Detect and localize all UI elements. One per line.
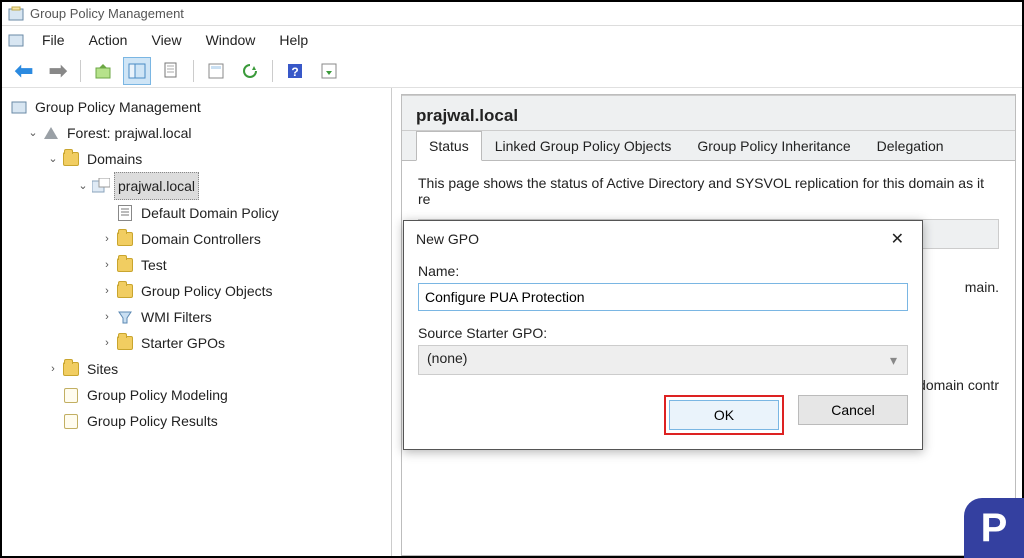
tree-modeling-label: Group Policy Modeling (84, 382, 231, 408)
chevron-down-icon[interactable]: ⌄ (46, 152, 60, 166)
forward-button[interactable]: ➡ (44, 57, 72, 85)
tree-root[interactable]: Group Policy Management (6, 94, 387, 120)
chevron-right-icon[interactable]: › (100, 258, 114, 272)
dialog-title: New GPO (416, 231, 479, 247)
source-gpo-dropdown[interactable]: (none) (418, 345, 908, 375)
tree-domain-controllers[interactable]: › Domain Controllers (6, 226, 387, 252)
sites-icon (62, 360, 80, 378)
menu-window[interactable]: Window (194, 28, 268, 52)
tree-gpo[interactable]: › Group Policy Objects (6, 278, 387, 304)
ou-icon (116, 230, 134, 248)
help-button[interactable]: ? (281, 57, 309, 85)
menu-action[interactable]: Action (77, 28, 140, 52)
console-icon (10, 98, 28, 116)
folder-icon (116, 282, 134, 300)
spacer (46, 388, 60, 402)
tree-results[interactable]: Group Policy Results (6, 408, 387, 434)
ou-icon (116, 256, 134, 274)
tree-modeling[interactable]: Group Policy Modeling (6, 382, 387, 408)
svg-text:?: ? (291, 65, 298, 79)
back-button[interactable]: ⬅ (10, 57, 38, 85)
tree-root-label: Group Policy Management (32, 94, 204, 120)
tree-wmi[interactable]: › WMI Filters (6, 304, 387, 330)
tab-delegation[interactable]: Delegation (864, 131, 957, 160)
tree-results-label: Group Policy Results (84, 408, 221, 434)
toolbar: ⬅ ➡ ? (2, 54, 1022, 88)
menu-view[interactable]: View (139, 28, 193, 52)
tree-forest-label: Forest: prajwal.local (64, 120, 195, 146)
tree-forest[interactable]: ⌄ Forest: prajwal.local (6, 120, 387, 146)
tab-bar: Status Linked Group Policy Objects Group… (402, 131, 1015, 161)
app-icon (8, 6, 24, 22)
close-icon[interactable]: ✕ (885, 229, 910, 249)
toolbar-separator-2 (193, 60, 194, 82)
properties-button[interactable] (202, 57, 230, 85)
chevron-down-icon[interactable]: ⌄ (26, 126, 40, 140)
tree-starter[interactable]: › Starter GPOs (6, 330, 387, 356)
tree-domain-label: prajwal.local (114, 172, 199, 200)
tree-wmi-label: WMI Filters (138, 304, 215, 330)
tab-inheritance[interactable]: Group Policy Inheritance (684, 131, 863, 160)
tree-test[interactable]: › Test (6, 252, 387, 278)
chevron-right-icon[interactable]: › (46, 362, 60, 376)
tree-domain[interactable]: ⌄ prajwal.local (6, 172, 387, 200)
title-bar: Group Policy Management (2, 2, 1022, 26)
tree-sites-label: Sites (84, 356, 121, 382)
tree-default-policy-label: Default Domain Policy (138, 200, 282, 226)
tree-domains-label: Domains (84, 146, 145, 172)
toolbar-separator-3 (272, 60, 273, 82)
tab-status[interactable]: Status (416, 131, 482, 161)
details-heading: prajwal.local (402, 95, 1015, 131)
policy-icon (116, 204, 134, 222)
tree-default-policy[interactable]: Default Domain Policy (6, 200, 387, 226)
ok-button[interactable]: OK (669, 400, 779, 430)
tree-dc-label: Domain Controllers (138, 226, 264, 252)
ok-highlight: OK (664, 395, 784, 435)
cancel-button[interactable]: Cancel (798, 395, 908, 425)
status-description: This page shows the status of Active Dir… (418, 175, 999, 207)
folder-icon (62, 150, 80, 168)
tab-linked-gpo[interactable]: Linked Group Policy Objects (482, 131, 685, 160)
tree-gpo-label: Group Policy Objects (138, 278, 276, 304)
console-icon (8, 32, 24, 48)
name-label: Name: (418, 263, 908, 279)
folder-icon (116, 334, 134, 352)
filter-icon (116, 308, 134, 326)
copy-button[interactable] (157, 57, 185, 85)
source-gpo-label: Source Starter GPO: (418, 325, 908, 341)
toolbar-separator (80, 60, 81, 82)
modeling-icon (62, 386, 80, 404)
menu-file[interactable]: File (30, 28, 77, 52)
chevron-right-icon[interactable]: › (100, 336, 114, 350)
refresh-button[interactable] (236, 57, 264, 85)
tree-domains[interactable]: ⌄ Domains (6, 146, 387, 172)
menu-bar: File Action View Window Help (2, 26, 1022, 54)
show-hide-tree-button[interactable] (123, 57, 151, 85)
spacer (100, 206, 114, 220)
tree-starter-label: Starter GPOs (138, 330, 228, 356)
chevron-right-icon[interactable]: › (100, 310, 114, 324)
chevron-right-icon[interactable]: › (100, 284, 114, 298)
tree-sites[interactable]: › Sites (6, 356, 387, 382)
spacer (46, 414, 60, 428)
new-gpo-dialog: New GPO ✕ Name: Source Starter GPO: (non… (403, 220, 923, 450)
domain-icon (92, 177, 110, 195)
chevron-right-icon[interactable]: › (100, 232, 114, 246)
tree-pane: Group Policy Management ⌄ Forest: prajwa… (2, 88, 392, 556)
dialog-titlebar: New GPO ✕ (404, 221, 922, 255)
gpo-name-input[interactable] (418, 283, 908, 311)
up-button[interactable] (89, 57, 117, 85)
menu-help[interactable]: Help (267, 28, 320, 52)
forest-icon (42, 124, 60, 142)
results-icon (62, 412, 80, 430)
tree-test-label: Test (138, 252, 170, 278)
watermark-logo: P (964, 498, 1024, 558)
window-title: Group Policy Management (30, 6, 184, 21)
export-button[interactable] (315, 57, 343, 85)
chevron-down-icon[interactable]: ⌄ (76, 179, 90, 193)
